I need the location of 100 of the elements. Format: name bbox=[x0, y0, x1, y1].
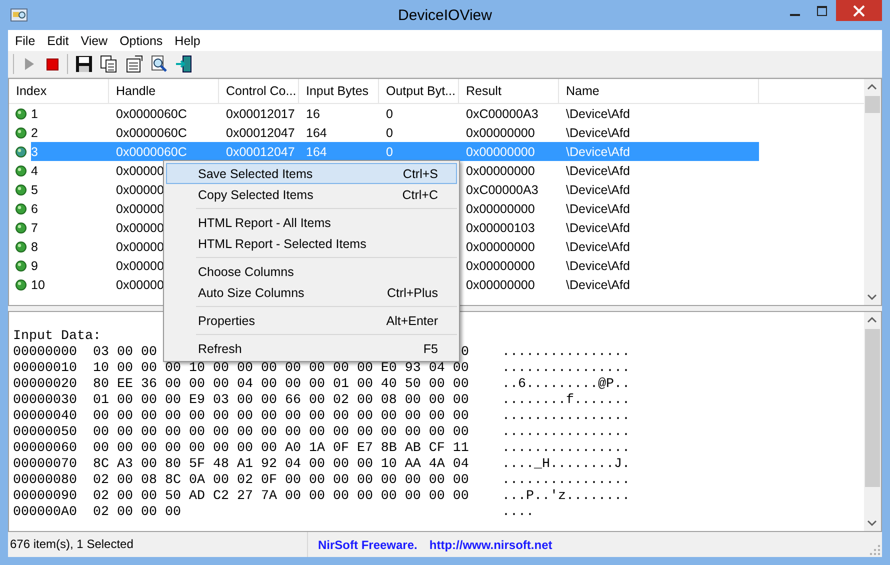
app-icon bbox=[10, 7, 28, 23]
menu-item-label: Properties bbox=[198, 314, 255, 328]
scroll-thumb[interactable] bbox=[865, 329, 880, 487]
table-cell: 0x0000060C bbox=[116, 144, 187, 158]
menu-item-label: Refresh bbox=[198, 342, 242, 356]
shortcut-text: Ctrl+C bbox=[402, 188, 438, 202]
status-text: 676 item(s), 1 Selected bbox=[8, 532, 308, 557]
magnifier-icon[interactable] bbox=[150, 55, 168, 73]
column-header[interactable]: Index bbox=[9, 79, 109, 103]
table-cell: \Device\Afd bbox=[566, 220, 630, 234]
ascii-text: ...._H........J. bbox=[502, 457, 630, 473]
hex-offset: 00000030 bbox=[13, 393, 78, 409]
exit-door-icon[interactable] bbox=[175, 55, 193, 73]
table-cell: 0 bbox=[386, 106, 393, 120]
menu-item[interactable]: Choose Columns bbox=[166, 261, 457, 282]
ascii-text: ...P..'z........ bbox=[502, 489, 630, 505]
close-icon bbox=[853, 4, 865, 16]
ascii-text: ................ bbox=[502, 409, 630, 425]
hex-bytes: 01 00 00 00 E9 03 00 00 66 00 02 00 08 00 00 00 bbox=[93, 393, 470, 409]
scrollbar[interactable] bbox=[864, 312, 881, 531]
window-title: DeviceIOView bbox=[398, 7, 492, 24]
ascii-text: ..6.........@P.. bbox=[502, 377, 630, 393]
scroll-thumb[interactable] bbox=[865, 96, 880, 113]
table-cell: 0x0000060C bbox=[116, 126, 187, 140]
table-cell: 0x00000000 bbox=[466, 144, 535, 158]
column-header[interactable]: Control Co... bbox=[219, 79, 299, 103]
table-cell: 0 bbox=[386, 144, 393, 158]
menu-item-label: HTML Report - All Items bbox=[198, 216, 331, 230]
table-cell: 0x00000 bbox=[116, 278, 164, 292]
hex-offset: 00000060 bbox=[13, 441, 78, 457]
table-cell: 0x00000 bbox=[116, 258, 164, 272]
ascii-text: ................ bbox=[502, 473, 630, 489]
shortcut-text: Ctrl+Plus bbox=[386, 286, 438, 300]
status-dot-icon bbox=[15, 222, 27, 234]
resize-grip-icon[interactable] bbox=[870, 545, 880, 555]
status-dot-icon bbox=[15, 184, 27, 196]
table-cell: 6 bbox=[31, 202, 38, 216]
table-cell: 0x00000 bbox=[116, 220, 164, 234]
document-icon[interactable] bbox=[125, 55, 143, 73]
table-cell: 4 bbox=[31, 164, 38, 178]
table-cell: \Device\Afd bbox=[566, 202, 630, 216]
hex-offset: 00000010 bbox=[13, 361, 78, 377]
hex-offset: 00000050 bbox=[13, 425, 78, 441]
menu-item-label: Choose Columns bbox=[198, 264, 294, 278]
status-dot-icon bbox=[15, 278, 27, 290]
table-cell: 0 bbox=[386, 126, 393, 140]
hex-bytes: 02 00 08 8C 0A 00 02 0F 00 00 00 00 00 00 00 00 bbox=[93, 473, 470, 489]
hex-heading: Input Data: bbox=[13, 329, 101, 345]
shortcut-text: F5 bbox=[423, 342, 438, 356]
hex-offset: 00000000 bbox=[13, 345, 78, 361]
menu-item[interactable]: HTML Report - All Items bbox=[166, 212, 457, 233]
status-dot-icon bbox=[15, 164, 27, 176]
menu-item-label: HTML Report - Selected Items bbox=[198, 236, 366, 250]
status-dot-icon bbox=[15, 202, 27, 214]
status-dot-icon bbox=[15, 108, 27, 120]
hex-bytes: 0 bbox=[460, 345, 469, 361]
ascii-text: ................ bbox=[502, 425, 630, 441]
column-header[interactable]: Handle bbox=[109, 79, 219, 103]
menu-item-label: Auto Size Columns bbox=[198, 286, 304, 300]
table-cell: 10 bbox=[31, 278, 45, 292]
column-header[interactable]: Result bbox=[459, 79, 559, 103]
menu-item[interactable]: Auto Size Columns Ctrl+Plus bbox=[166, 282, 457, 303]
hex-bytes: 10 00 00 00 10 00 00 00 00 00 00 00 E0 93 04 00 bbox=[93, 361, 470, 377]
copy-icon[interactable] bbox=[100, 55, 118, 73]
column-header[interactable]: Input Bytes bbox=[299, 79, 379, 103]
stop-icon[interactable] bbox=[44, 56, 60, 72]
table-cell: 7 bbox=[31, 220, 38, 234]
scrollbar[interactable] bbox=[864, 79, 881, 305]
table-cell: 0xC00000A3 bbox=[466, 182, 538, 196]
column-header[interactable]: Output Byt... bbox=[379, 79, 459, 103]
menu-item[interactable]: Properties Alt+Enter bbox=[166, 310, 457, 331]
hex-offset: 00000040 bbox=[13, 409, 78, 425]
close-button[interactable] bbox=[836, 0, 882, 21]
table-cell: \Device\Afd bbox=[566, 164, 630, 178]
table-cell: 0x00000 bbox=[116, 202, 164, 216]
menu-item-label: Copy Selected Items bbox=[198, 188, 314, 202]
table-cell: 0x00000000 bbox=[466, 278, 535, 292]
table-cell: 0x00000 bbox=[116, 240, 164, 254]
menu-item[interactable]: Copy Selected Items Ctrl+C bbox=[166, 184, 457, 205]
table-cell: 2 bbox=[31, 126, 38, 140]
hex-offset: 00000080 bbox=[13, 473, 78, 489]
hex-offset: 00000070 bbox=[13, 457, 78, 473]
menu-item[interactable]: Refresh F5 bbox=[166, 338, 457, 359]
table-cell: 3 bbox=[31, 144, 38, 158]
menu-item[interactable]: File bbox=[9, 34, 42, 48]
column-header[interactable]: Name bbox=[559, 79, 759, 103]
menu-item[interactable]: Edit bbox=[41, 34, 75, 48]
menu-item[interactable]: Save Selected Items Ctrl+S bbox=[166, 163, 457, 184]
menu-item[interactable]: Help bbox=[168, 34, 206, 48]
table-cell: 164 bbox=[306, 126, 327, 140]
table-cell: 0x00012047 bbox=[226, 126, 295, 140]
status-dot-icon bbox=[15, 146, 27, 158]
ascii-text: ........f....... bbox=[502, 393, 630, 409]
table-cell: 8 bbox=[31, 240, 38, 254]
menu-item[interactable]: View bbox=[74, 34, 114, 48]
website-link[interactable]: http://www.nirsoft.net bbox=[429, 538, 552, 552]
menu-item[interactable]: Options bbox=[114, 34, 169, 48]
table-cell: 0x00000 bbox=[116, 182, 164, 196]
menu-item[interactable]: HTML Report - Selected Items bbox=[166, 233, 457, 254]
hex-bytes: 80 EE 36 00 00 00 04 00 00 00 01 00 40 50 00 00 bbox=[93, 377, 470, 393]
